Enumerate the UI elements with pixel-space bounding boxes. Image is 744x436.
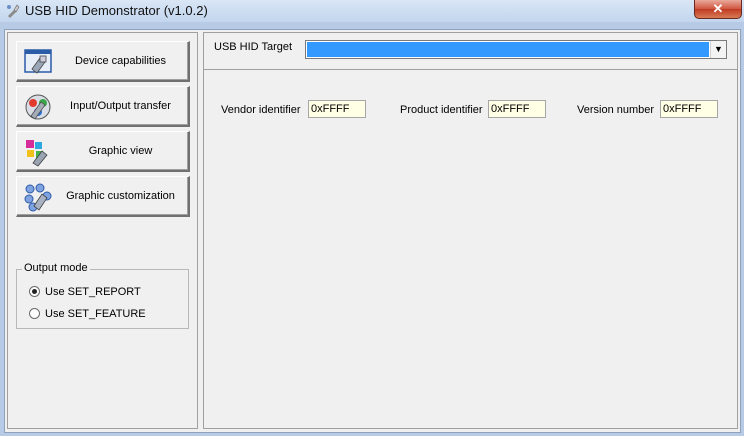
client-area: Device capabilities Input/Output transfe… xyxy=(4,29,741,433)
version-number-label: Version number xyxy=(577,104,655,116)
app-icon xyxy=(7,4,20,18)
graphic-view-icon xyxy=(26,140,48,167)
graphic-view-label: Graphic view xyxy=(88,145,153,157)
vendor-identifier-label: Vendor identifier xyxy=(221,104,301,116)
io-transfer-icon xyxy=(25,94,51,120)
io-transfer-button[interactable]: Input/Output transfer xyxy=(16,86,190,127)
product-identifier-label: Product identifier xyxy=(400,104,483,116)
main-panel: USB HID Target ▼ Vendor identifier 0xFFF… xyxy=(203,32,738,429)
product-identifier-field[interactable]: 0xFFFF xyxy=(488,100,546,118)
target-selection-highlight xyxy=(307,42,709,57)
title-bar[interactable]: USB HID Demonstrator (v1.0.2) ✕ xyxy=(0,0,744,22)
io-transfer-label: Input/Output transfer xyxy=(70,100,171,112)
usb-hid-target-select[interactable]: ▼ xyxy=(305,40,727,59)
device-capabilities-icon xyxy=(24,49,52,74)
set-report-radio[interactable] xyxy=(29,286,40,297)
set-report-label: Use SET_REPORT xyxy=(45,286,141,298)
usb-hid-target-label: USB HID Target xyxy=(214,41,293,53)
set-report-option[interactable]: Use SET_REPORT xyxy=(29,286,141,298)
close-button[interactable]: ✕ xyxy=(694,0,742,19)
chevron-down-icon[interactable]: ▼ xyxy=(710,41,726,58)
device-info-panel: Vendor identifier 0xFFFF Product identif… xyxy=(204,69,737,428)
window-title: USB HID Demonstrator (v1.0.2) xyxy=(25,3,208,18)
main-window: USB HID Demonstrator (v1.0.2) ✕ Device c… xyxy=(0,0,744,436)
device-capabilities-button[interactable]: Device capabilities xyxy=(16,41,190,82)
set-feature-option[interactable]: Use SET_FEATURE xyxy=(29,308,146,320)
vendor-identifier-field[interactable]: 0xFFFF xyxy=(308,100,366,118)
sidebar-panel: Device capabilities Input/Output transfe… xyxy=(7,32,198,429)
graphic-customization-icon xyxy=(24,183,52,212)
output-mode-title: Output mode xyxy=(22,262,90,274)
version-number-field[interactable]: 0xFFFF xyxy=(660,100,718,118)
graphic-customization-label: Graphic customization xyxy=(66,190,175,202)
graphic-view-button[interactable]: Graphic view xyxy=(16,131,190,172)
output-mode-group: Output mode Use SET_REPORT Use SET_FEATU… xyxy=(16,262,189,329)
graphic-customization-button[interactable]: Graphic customization xyxy=(16,176,190,217)
device-capabilities-label: Device capabilities xyxy=(74,55,167,67)
set-feature-radio[interactable] xyxy=(29,308,40,319)
set-feature-label: Use SET_FEATURE xyxy=(45,308,146,320)
